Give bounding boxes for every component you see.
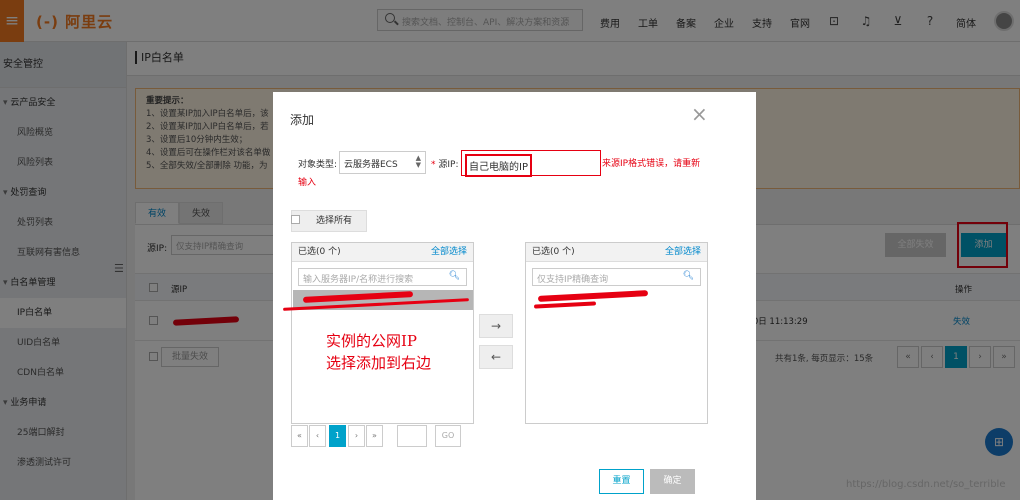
target-list-box: 已选(0 个) 全部选择 仅支持IP精确查询 🔍︎: [525, 242, 708, 424]
dialog-title: 添加: [290, 113, 315, 127]
search-icon: 🔍︎: [448, 271, 460, 281]
source-search-input[interactable]: 输入服务器IP/名称进行搜索 🔍︎: [298, 268, 467, 286]
select-all-option[interactable]: 选择所有: [291, 210, 367, 232]
confirm-button[interactable]: 确定: [650, 469, 695, 494]
page-go-button[interactable]: GO: [435, 425, 461, 447]
source-select-all-link[interactable]: 全部选择: [431, 243, 467, 262]
page-next[interactable]: ›: [348, 425, 365, 447]
target-select-all-link[interactable]: 全部选择: [665, 243, 701, 262]
select-all-label: 选择所有: [316, 216, 353, 226]
page-jump-input[interactable]: [397, 425, 427, 447]
select-all-instances-checkbox[interactable]: [291, 215, 300, 224]
reset-button[interactable]: 重置: [599, 469, 644, 494]
redacted-instance: [537, 290, 649, 302]
move-left-icon[interactable]: ←: [479, 345, 513, 369]
target-search-input[interactable]: 仅支持IP精确查询 🔍︎: [532, 268, 701, 286]
watermark: https://blog.csdn.net/so_terrible: [846, 479, 1006, 490]
ip-error-message: 来源IP格式错误，请重新输入: [298, 159, 701, 188]
close-icon[interactable]: ×: [691, 104, 708, 124]
page-1[interactable]: 1: [329, 425, 346, 447]
add-dialog: 添加 × 对象类型: 云服务器ECS ▲ ▼ * 源IP: 自己电脑的IP 来源I…: [273, 92, 756, 500]
list-item[interactable]: [283, 290, 473, 311]
target-list-header: 已选(0 个) 全部选择: [526, 243, 707, 262]
source-search-placeholder: 输入服务器IP/名称进行搜索: [303, 275, 414, 285]
target-search-placeholder: 仅支持IP精确查询: [537, 275, 609, 285]
page-last[interactable]: »: [366, 425, 383, 447]
search-icon: 🔍︎: [682, 271, 694, 281]
page-prev[interactable]: ‹: [309, 425, 326, 447]
annotation-text: 实例的公网IP 选择添加到右边: [326, 332, 432, 372]
source-list-header: 已选(0 个) 全部选择: [292, 243, 473, 262]
target-selected-count: 已选(0 个): [532, 247, 575, 257]
redacted-instance: [533, 301, 597, 309]
source-selected-count: 已选(0 个): [298, 247, 341, 257]
page-first[interactable]: «: [291, 425, 308, 447]
move-right-icon[interactable]: →: [479, 314, 513, 338]
